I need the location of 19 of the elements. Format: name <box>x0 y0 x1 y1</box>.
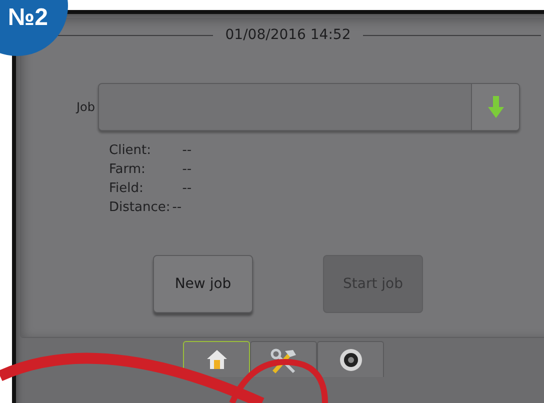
home-icon <box>206 348 228 370</box>
nav-tab[interactable] <box>317 341 384 377</box>
detail-value: -- <box>181 143 192 158</box>
step-number: №2 <box>8 4 48 32</box>
hammer-wrench-icon <box>270 348 298 374</box>
job-select-button[interactable] <box>471 84 519 130</box>
camera-lens-icon <box>338 348 362 372</box>
job-field[interactable] <box>98 83 520 131</box>
detail-label: Client: <box>109 143 152 158</box>
date-time: 01/08/2016 14:52 <box>225 27 351 43</box>
detail-value: -- <box>172 200 183 215</box>
detail-value: -- <box>181 181 192 196</box>
detail-label: Farm: <box>109 162 146 177</box>
detail-label: Field: <box>109 181 144 196</box>
download-arrow-icon <box>488 96 504 118</box>
job-label: Job <box>74 100 95 114</box>
detail-label: Distance: <box>109 200 170 215</box>
job-button[interactable]: New job <box>153 255 253 313</box>
detail-value: -- <box>181 162 192 177</box>
